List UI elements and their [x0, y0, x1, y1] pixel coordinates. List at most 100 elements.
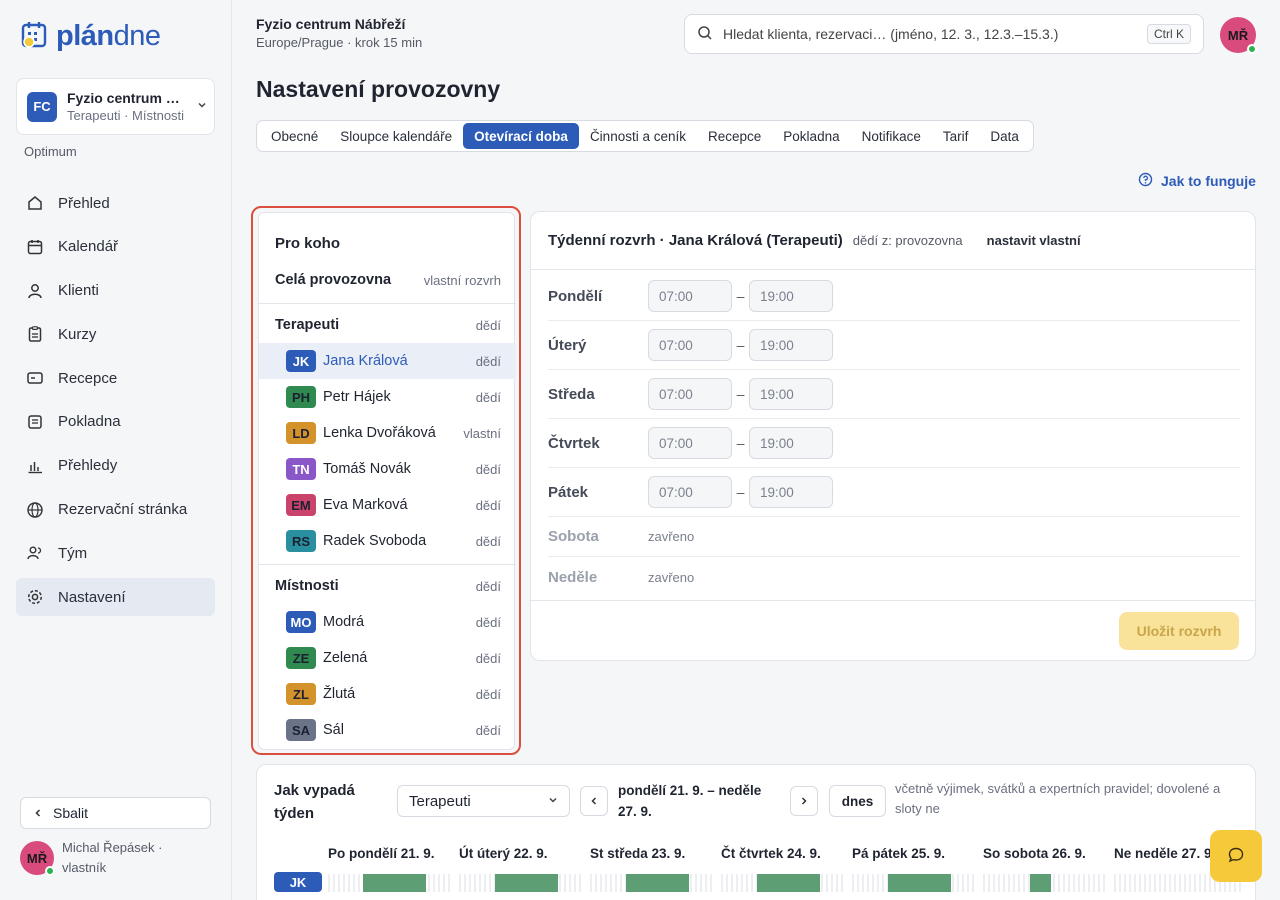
sidebar-item-kalendar[interactable]: Kalendář — [16, 228, 215, 266]
sidebar-item-nastaveni[interactable]: Nastavení — [16, 578, 215, 617]
tab-data[interactable]: Data — [979, 123, 1030, 149]
chevron-down-icon — [197, 100, 207, 113]
range-dash: – — [736, 484, 745, 500]
divider — [531, 600, 1255, 601]
time-from-input[interactable]: 07:00 — [648, 378, 732, 410]
initials-chip: ZL — [286, 683, 316, 705]
search-icon — [697, 25, 713, 44]
settings-tabs: Obecné Sloupce kalendáře Otevírací doba … — [256, 120, 1034, 152]
who-item-tomas-novak[interactable]: TN Tomáš Novák dědí — [259, 451, 516, 487]
chevron-down-icon — [548, 795, 558, 808]
initials-chip: SA — [286, 719, 316, 741]
tab-tarif[interactable]: Tarif — [932, 123, 980, 149]
initials-chip: TN — [286, 458, 316, 480]
header-org-sub: Europe/Prague · krok 15 min — [256, 35, 423, 50]
tab-cinnosti-a-cenik[interactable]: Činnosti a ceník — [579, 123, 697, 149]
who-item-eva-markova[interactable]: EM Eva Marková dědí — [259, 487, 516, 523]
who-item-radek-svoboda[interactable]: RS Radek Svoboda dědí — [259, 523, 516, 559]
sidebar-item-label: Rezervační stránka — [58, 501, 188, 519]
sidebar-item-label: Kalendář — [58, 238, 119, 256]
time-to-input[interactable]: 19:00 — [749, 476, 833, 508]
set-own-schedule-button[interactable]: nastavit vlastní — [987, 233, 1081, 248]
help-link[interactable]: Jak to funguje — [1138, 172, 1256, 190]
schedule-inherits: dědí z: provozovna — [852, 233, 963, 248]
sidebar-item-rezervacni-stranka[interactable]: Rezervační stránka — [16, 491, 215, 529]
time-to-input[interactable]: 19:00 — [749, 280, 833, 312]
time-to-input[interactable]: 19:00 — [749, 427, 833, 459]
who-panel: Pro koho Celá provozovna vlastní rozvrh … — [258, 212, 516, 750]
avatar-initials: MŘ — [26, 850, 48, 866]
who-group-rooms[interactable]: Místnosti dědí — [259, 568, 516, 604]
day-row-thursday: Čtvrtek 07:00 – 19:00 — [548, 419, 1240, 468]
chat-bubble-icon — [1227, 846, 1245, 867]
tab-obecne[interactable]: Obecné — [260, 123, 329, 149]
day-name: Sobota — [548, 528, 599, 545]
schedule-title: Týdenní rozvrh · Jana Králová (Terapeuti… — [548, 232, 843, 249]
sidebar-item-pokladna[interactable]: Pokladna — [16, 403, 215, 441]
today-button[interactable]: dnes — [829, 785, 886, 817]
tab-notifikace[interactable]: Notifikace — [851, 123, 932, 149]
sidebar-item-label: Přehledy — [58, 457, 118, 475]
open-hours-bar — [888, 874, 951, 892]
initials-chip: MO — [286, 611, 316, 633]
week-day-header: So sobota 26. 9. — [983, 846, 1086, 861]
time-from-input[interactable]: 07:00 — [648, 476, 732, 508]
who-item-name: Žlutá — [323, 686, 356, 702]
week-day-header: Po pondělí 21. 9. — [328, 846, 435, 861]
save-schedule-button[interactable]: Uložit rozvrh — [1119, 612, 1239, 650]
search-placeholder: Hledat klienta, rezervaci… (jméno, 12. 3… — [723, 26, 1059, 42]
time-from-input[interactable]: 07:00 — [648, 329, 732, 361]
next-week-button[interactable] — [790, 786, 818, 816]
who-item-sal[interactable]: SA Sál dědí — [259, 712, 516, 748]
who-item-modra[interactable]: MO Modrá dědí — [259, 604, 516, 640]
who-item-status: dědí — [475, 461, 501, 477]
group-select[interactable]: Terapeuti — [397, 785, 570, 817]
user-profile[interactable]: MŘ Michal Řepásek · vlastník — [20, 838, 162, 878]
time-to-input[interactable]: 19:00 — [749, 329, 833, 361]
chart-icon — [26, 457, 44, 475]
who-item-zelena[interactable]: ZE Zelená dědí — [259, 640, 516, 676]
tab-sloupce-kalendare[interactable]: Sloupce kalendáře — [329, 123, 463, 149]
divider — [259, 564, 516, 565]
chat-button[interactable] — [1210, 830, 1262, 882]
sidebar-item-label: Nastavení — [58, 588, 126, 606]
sidebar-item-kurzy[interactable]: Kurzy — [16, 315, 215, 353]
help-icon — [1138, 172, 1153, 190]
plan-label: Optimum — [24, 144, 77, 159]
globe-icon — [26, 501, 44, 519]
who-item-status: dědí — [475, 389, 501, 405]
who-item-petr-hajek[interactable]: PH Petr Hájek dědí — [259, 379, 516, 415]
search-input[interactable]: Hledat klienta, rezervaci… (jméno, 12. 3… — [684, 14, 1204, 54]
time-from-input[interactable]: 07:00 — [648, 427, 732, 459]
range-dash: – — [736, 435, 745, 451]
sidebar-item-prehled[interactable]: Přehled — [16, 184, 215, 222]
collapse-sidebar-button[interactable]: Sbalit — [20, 797, 211, 829]
who-item-whole-venue[interactable]: Celá provozovna vlastní rozvrh — [259, 262, 516, 298]
who-group-therapists[interactable]: Terapeuti dědí — [259, 307, 516, 343]
who-item-jana-kralova[interactable]: JK Jana Králová dědí — [259, 343, 516, 379]
tab-recepce[interactable]: Recepce — [697, 123, 772, 149]
who-item-status: dědí — [475, 497, 501, 513]
tab-oteviraci-doba[interactable]: Otevírací doba — [463, 123, 579, 149]
time-to-input[interactable]: 19:00 — [749, 378, 833, 410]
week-preview-panel: Jak vypadá týden Terapeuti pondělí 21. 9… — [256, 764, 1256, 900]
sidebar-item-recepce[interactable]: Recepce — [16, 359, 215, 397]
tab-pokladna[interactable]: Pokladna — [772, 123, 850, 149]
who-item-zluta[interactable]: ZL Žlutá dědí — [259, 676, 516, 712]
who-item-status: dědí — [475, 614, 501, 630]
sidebar-item-tym[interactable]: Tým — [16, 534, 215, 572]
logo[interactable]: plándne — [20, 20, 161, 53]
avatar-initials: MŘ — [1227, 27, 1249, 43]
sidebar-item-klienti[interactable]: Klienti — [16, 272, 215, 310]
prev-week-button[interactable] — [580, 786, 608, 816]
logo-text-a: plán — [56, 20, 114, 52]
open-hours-bar — [757, 874, 820, 892]
who-item-lenka-dvorakova[interactable]: LD Lenka Dvořáková vlastní — [259, 415, 516, 451]
sidebar-item-prehledy[interactable]: Přehledy — [16, 447, 215, 485]
day-row-friday: Pátek 07:00 – 19:00 — [548, 468, 1240, 517]
header-user-avatar[interactable]: MŘ — [1220, 17, 1257, 54]
initials-chip: LD — [286, 422, 316, 444]
who-title: Pro koho — [275, 235, 341, 252]
time-from-input[interactable]: 07:00 — [648, 280, 732, 312]
org-switcher[interactable]: FC Fyzio centrum Nábřeží Terapeuti · Mís… — [16, 78, 215, 135]
